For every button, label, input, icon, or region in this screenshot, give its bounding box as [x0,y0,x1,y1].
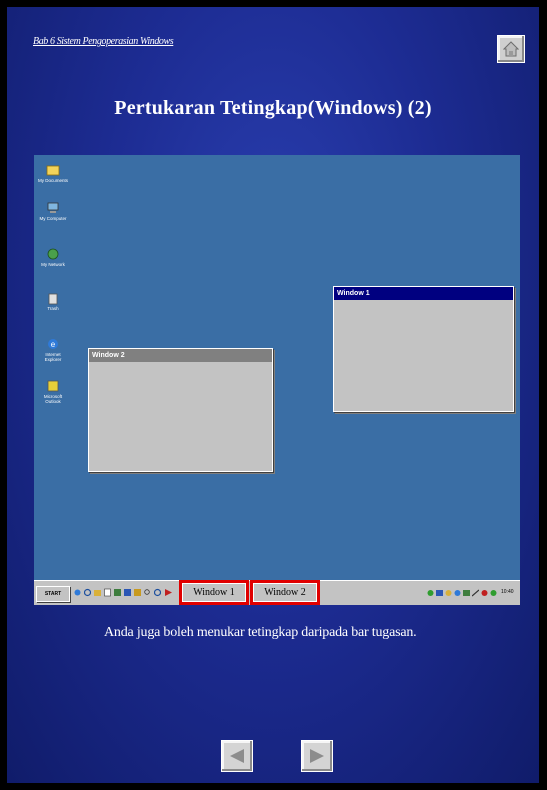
computer-icon [47,202,59,213]
previous-slide-button[interactable] [221,740,253,772]
taskbar-button-window-1[interactable]: Window 1 [179,580,249,605]
quicklaunch-refresh2-icon[interactable] [154,588,161,597]
tray-icon-7[interactable] [481,589,488,597]
quicklaunch-refresh-icon[interactable] [84,588,91,597]
folder-icon [46,165,60,176]
quicklaunch-arrow-icon[interactable] [165,588,172,597]
desktop-screenshot: My Documents My Computer My Network Tras… [34,155,520,605]
slide: Bab 6 Sistem Pengoperasian Windows Pertu… [7,7,539,783]
tray-icon-1[interactable] [427,589,434,597]
tray-icon-4[interactable] [454,589,461,597]
slide-caption: Anda juga boleh menukar tetingkap daripa… [104,625,417,640]
desktop-icon-internet-explorer[interactable]: e Internet Explorer [38,337,68,362]
window-2-titlebar[interactable]: Window 2 [89,349,272,362]
tray-icon-6[interactable] [472,589,479,597]
quicklaunch-grid-icon[interactable] [114,588,121,597]
home-button[interactable] [497,35,525,63]
window-1[interactable]: Window 1 [333,286,514,412]
desktop-icon-trash[interactable]: Trash [38,291,68,311]
window-1-titlebar[interactable]: Window 1 [334,287,513,300]
chapter-link[interactable]: Bab 6 Sistem Pengoperasian Windows [33,36,174,47]
home-icon [503,41,519,57]
next-slide-button[interactable] [301,740,333,772]
taskbar: START Window 1 Window 2 10:40 [34,580,520,605]
desktop-icon-label: My Documents [38,178,69,183]
ie-icon: e [48,339,58,349]
trash-icon [48,293,58,305]
desktop-icon-my-documents[interactable]: My Documents [38,163,68,183]
desktop-icon-my-computer[interactable]: My Computer [38,201,68,221]
arrow-left-icon [230,749,244,763]
quicklaunch-folder-icon[interactable] [94,588,101,597]
tray-icon-2[interactable] [436,589,443,597]
slide-title: Pertukaran Tetingkap(Windows) (2) [114,97,432,119]
quicklaunch-word-icon[interactable] [124,588,131,597]
quicklaunch-search-icon[interactable] [144,588,151,597]
desktop-icon-label: Microsoft Outlook [43,394,63,404]
start-button[interactable]: START [36,586,70,602]
arrow-right-icon [310,749,324,763]
desktop-icon-label: My Network [41,262,65,267]
tray-icon-5[interactable] [463,589,470,597]
desktop-icon-label: Trash [47,306,59,311]
quicklaunch-doc-icon[interactable] [104,588,111,597]
desktop-icon-label: Internet Explorer [44,352,62,362]
quicklaunch-ie-icon[interactable] [74,588,81,597]
quicklaunch-outlook-icon[interactable] [134,588,141,597]
desktop-icon-my-network[interactable]: My Network [38,247,68,267]
svg-text:e: e [51,340,56,349]
taskbar-button-window-2[interactable]: Window 2 [250,580,320,605]
tray-icon-3[interactable] [445,589,452,597]
taskbar-clock[interactable]: 10:40 [501,589,514,595]
desktop-icon-microsoft-outlook[interactable]: Microsoft Outlook [38,379,68,404]
outlook-icon [47,380,59,392]
tray-icon-8[interactable] [490,589,497,597]
window-2[interactable]: Window 2 [88,348,273,472]
desktop-icon-label: My Computer [39,216,67,221]
network-icon [47,248,59,260]
